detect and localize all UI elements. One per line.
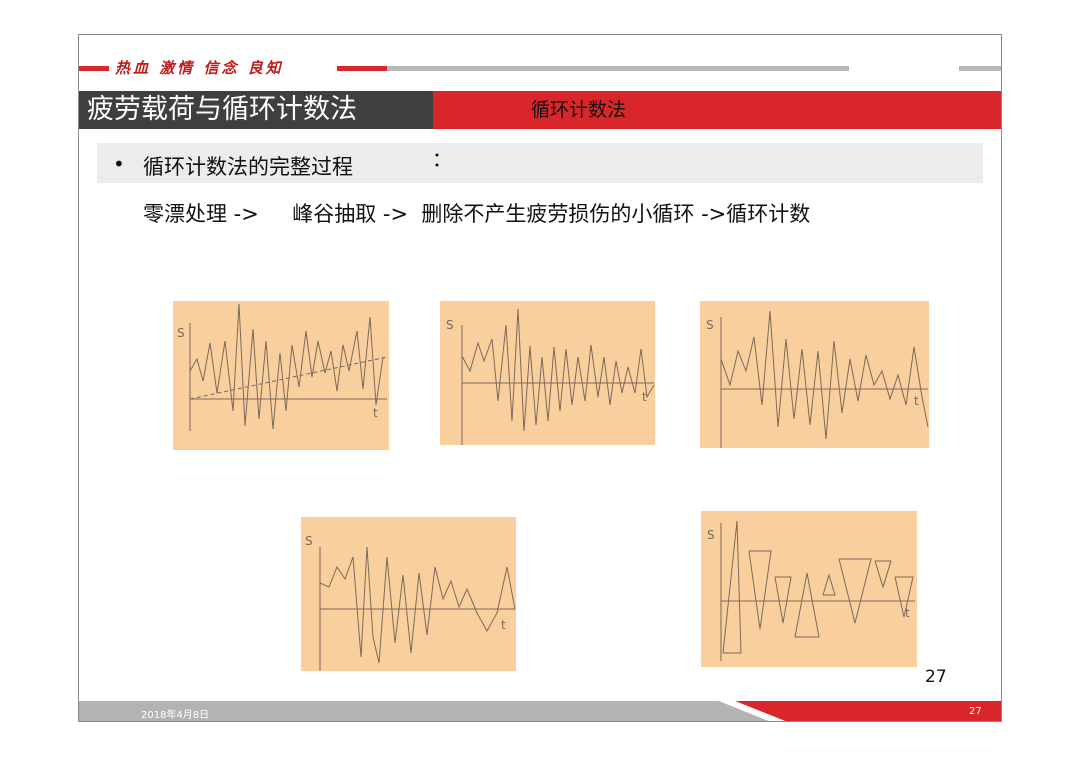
figure-remove-small-plot: S t [706,310,929,448]
bullet-text: 循环计数法的完整过程 [143,155,353,179]
figure-peak-valley: S t [440,301,655,445]
figure-peak-valley-plot: S t [446,308,655,445]
figure-remove-small-s-label: S [706,318,714,332]
figure-peak-valley-t-label: t [642,390,647,404]
section-title: 循环计数法 [531,99,627,121]
figure-zero-drift-t-label: t [373,406,378,420]
process-steps: 零漂处理 -> 峰谷抽取 -> 删除不产生疲劳损伤的小循环 ->循环计数 [143,202,811,226]
figure-cleaned-t-label: t [501,618,506,632]
bullet-colon: ： [432,147,452,171]
slide: 热血 激情 信念 良知 疲劳载荷与循环计数法 循环计数法 • 循环计数法的完整过… [78,34,1002,722]
figure-remove-small: S t [700,301,929,448]
footer-date: 2018年4月8日 [141,710,210,721]
figure-cycle-count-t-label: t [905,606,910,620]
figure-peak-valley-s-label: S [446,318,454,332]
page-title: 疲劳载荷与循环计数法 [79,91,433,129]
footer-bar [79,701,1001,721]
bullet-band: • 循环计数法的完整过程 ： [97,143,983,183]
motto-text: 热血 激情 信念 良知 [115,59,284,77]
figure-cleaned-plot: S t [305,534,516,671]
figure-remove-small-t-label: t [914,394,919,408]
figure-zero-drift-plot: S t [177,303,388,431]
figure-cleaned: S t [301,517,516,671]
bullet-dot-icon: • [113,152,125,176]
figure-cycle-count-plot: S t [707,520,915,661]
figure-zero-drift: S t [173,301,389,450]
page-number: 27 [925,667,947,687]
figure-cleaned-s-label: S [305,534,313,548]
section-title-bar: 循环计数法 [433,91,1001,129]
figure-zero-drift-s-label: S [177,326,185,340]
figure-cycle-count-s-label: S [707,528,715,542]
footer-page-number: 27 [969,706,982,717]
figure-cycle-count: S t [701,511,917,667]
